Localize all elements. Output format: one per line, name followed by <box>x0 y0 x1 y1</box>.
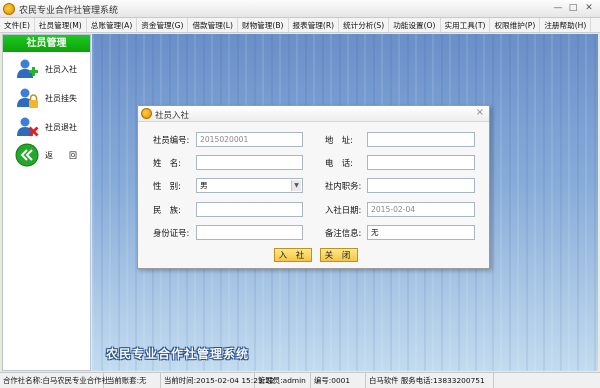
gender-select-value: 男 <box>200 181 208 190</box>
phone-field[interactable] <box>367 155 475 170</box>
status-bar: 合作社名称:白马农民专业合作社 当前账套:无 当前时间:2015-02-04 1… <box>0 372 600 388</box>
close-button[interactable]: 关 闭 <box>320 248 358 262</box>
status-time: 当前时间:2015-02-04 15:23:22 <box>161 373 275 388</box>
position-label: 社内职务: <box>325 181 362 191</box>
menu-assets[interactable]: 财物管理(B) <box>238 18 289 32</box>
name-field[interactable] <box>196 155 303 170</box>
back-icon <box>15 143 39 167</box>
id-no-field[interactable] <box>196 225 303 240</box>
menu-loans[interactable]: 借款管理(L) <box>188 18 238 32</box>
window-title: 农民专业合作社管理系统 <box>19 6 119 16</box>
dialog-title-bar[interactable]: 社员入社 × <box>138 106 489 122</box>
minimize-button[interactable]: — <box>551 2 565 15</box>
sidebar-item-member-loss[interactable]: 社员挂失 <box>15 86 90 112</box>
address-label: 地 址: <box>325 135 353 145</box>
address-field[interactable] <box>367 132 475 147</box>
status-org: 合作社名称:白马农民专业合作社 <box>0 373 109 388</box>
status-admin: 管理员:admin <box>255 373 311 388</box>
sidebar-item-member-join[interactable]: 社员入社 <box>15 57 90 83</box>
dialog-title: 社员入社 <box>155 111 190 121</box>
join-button[interactable]: 入 社 <box>274 248 312 262</box>
dialog-logo-icon <box>141 108 152 119</box>
title-bar: 农民专业合作社管理系统 — □ ✕ <box>0 0 600 18</box>
remark-label: 备注信息: <box>325 228 362 238</box>
gender-select[interactable]: 男 ▼ <box>196 178 303 193</box>
status-code: 编号:0001 <box>311 373 366 388</box>
menu-help[interactable]: 注册帮助(H) <box>540 18 592 32</box>
sidebar-item-member-exit[interactable]: 社员退社 <box>15 115 90 141</box>
phone-label: 电 话: <box>325 158 353 168</box>
user-lock-icon <box>17 88 38 108</box>
app-logo-icon <box>3 3 15 15</box>
sidebar-title: 社员管理 <box>3 35 90 52</box>
id-no-label: 身份证号: <box>153 228 190 238</box>
menu-member-management[interactable]: 社员管理(M) <box>35 18 87 32</box>
menu-statistics[interactable]: 统计分析(S) <box>339 18 390 32</box>
user-add-icon <box>17 59 38 78</box>
member-no-field[interactable]: 2015020001 <box>196 132 303 147</box>
menu-bar: 文件(E) 社员管理(M) 总账管理(A) 资金管理(G) 借款管理(L) 财物… <box>0 18 600 33</box>
join-date-field[interactable]: 2015-02-04 <box>367 202 475 217</box>
sidebar-item-label: 社员入社 <box>45 65 77 74</box>
menu-settings[interactable]: 功能设置(O) <box>389 18 441 32</box>
workspace-watermark: 农民专业合作社管理系统 <box>106 347 250 361</box>
sidebar-item-label: 返 回 <box>45 151 77 160</box>
sidebar-item-label: 社员退社 <box>45 123 77 132</box>
user-remove-icon <box>17 117 39 137</box>
gender-label: 性 别: <box>153 181 181 191</box>
menu-reports[interactable]: 报表管理(R) <box>289 18 340 32</box>
chevron-down-icon[interactable]: ▼ <box>291 180 301 191</box>
ethnicity-field[interactable] <box>196 202 303 217</box>
close-window-button[interactable]: ✕ <box>582 2 596 15</box>
maximize-button[interactable]: □ <box>566 2 580 15</box>
join-date-label: 入社日期: <box>325 205 362 215</box>
sidebar-item-back[interactable]: 返 回 <box>15 143 90 169</box>
position-field[interactable] <box>367 178 475 193</box>
status-company: 白马软件 服务电话:13833200751 <box>366 373 494 388</box>
menu-ledger[interactable]: 总账管理(A) <box>87 18 138 32</box>
member-no-label: 社员编号: <box>153 135 190 145</box>
status-account: 当前账套:无 <box>104 373 161 388</box>
menu-funds[interactable]: 资金管理(G) <box>137 18 189 32</box>
dialog-close-icon[interactable]: × <box>476 107 484 118</box>
member-join-dialog: 社员入社 × 社员编号: 2015020001 地 址: 姓 名: 电 话: 性… <box>137 105 490 269</box>
sidebar: 社员管理 社员入社 社员挂失 社员退社 返 回 <box>2 34 91 371</box>
remark-field[interactable]: 无 <box>367 225 475 240</box>
menu-tools[interactable]: 实用工具(T) <box>441 18 491 32</box>
menu-permissions[interactable]: 权限维护(P) <box>490 18 541 32</box>
sidebar-item-label: 社员挂失 <box>45 94 77 103</box>
name-label: 姓 名: <box>153 158 181 168</box>
ethnicity-label: 民 族: <box>153 205 181 215</box>
menu-file[interactable]: 文件(E) <box>0 18 35 32</box>
